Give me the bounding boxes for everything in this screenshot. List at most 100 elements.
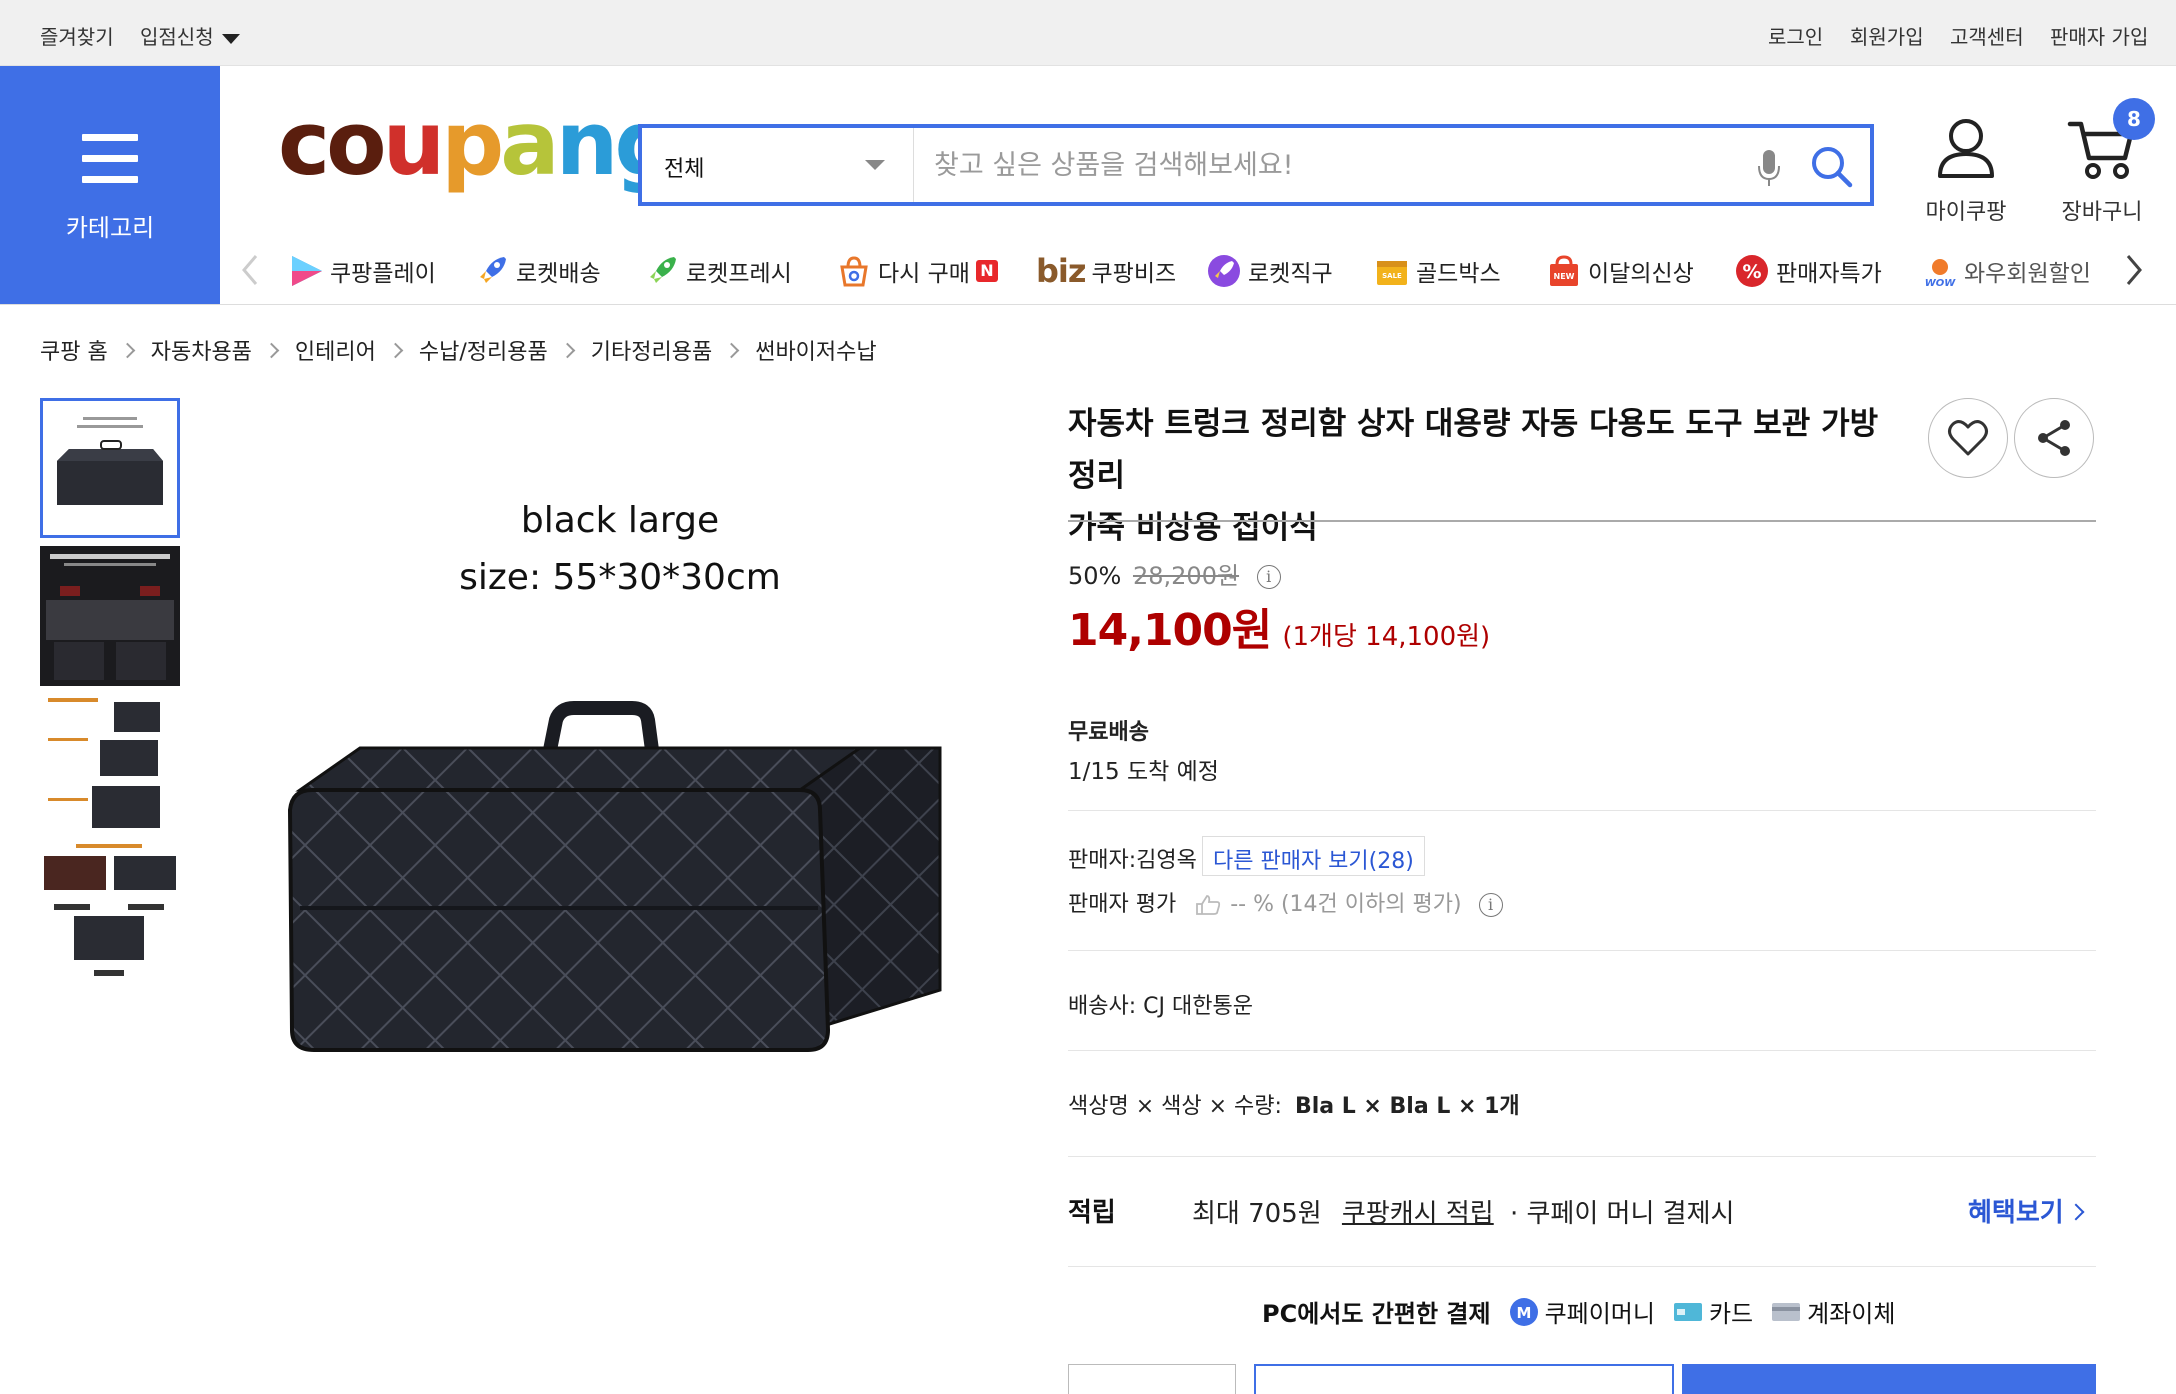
arrival-date: 1/15 도착 예정 bbox=[1068, 759, 1219, 785]
buy-now-button[interactable] bbox=[1682, 1364, 2096, 1394]
courier-info: 배송사: CJ 대한통운 bbox=[1068, 994, 1253, 1019]
search-category-select[interactable]: 전체 bbox=[642, 128, 914, 202]
breadcrumb-item[interactable]: 기타정리용품 bbox=[591, 334, 712, 366]
nav-label: 로켓프레시 bbox=[686, 261, 792, 287]
nav-seller-deals[interactable]: % 판매자특가 bbox=[1734, 251, 1882, 291]
breadcrumb-item[interactable]: 자동차용품 bbox=[151, 334, 252, 366]
original-price: 28,200원 bbox=[1132, 562, 1240, 590]
product-main-image[interactable]: black large size: 55*30*30cm bbox=[240, 420, 1000, 1180]
nav-rebuy[interactable]: 다시 구매 N bbox=[836, 251, 998, 291]
category-label: 카테고리 bbox=[65, 214, 155, 242]
goldbox-icon: SALE bbox=[1377, 261, 1407, 285]
signup-link[interactable]: 회원가입 bbox=[1850, 21, 1924, 50]
nav-label: 쿠팡비즈 bbox=[1091, 261, 1177, 287]
bank-transfer-option[interactable]: 계좌이체 bbox=[1771, 1294, 1895, 1329]
thumbnail-1[interactable] bbox=[40, 398, 180, 538]
unit-price: (1개당 14,100원) bbox=[1282, 622, 1491, 652]
new-bag-icon: NEW bbox=[1550, 255, 1578, 286]
info-icon[interactable]: i bbox=[1256, 565, 1281, 589]
coupang-cash-link[interactable]: 쿠팡캐시 적립 bbox=[1342, 1199, 1494, 1229]
nav-next-icon[interactable] bbox=[2124, 252, 2144, 288]
breadcrumb-item[interactable]: 수납/정리용품 bbox=[419, 334, 548, 366]
title-divider bbox=[1068, 520, 2096, 522]
car-trunk-thumbnail bbox=[40, 546, 180, 686]
store-apply-link[interactable]: 입점신청 bbox=[140, 21, 240, 50]
nav-rocket-delivery[interactable]: 로켓배송 bbox=[474, 251, 601, 291]
wow-icon: WOW bbox=[1925, 259, 1956, 289]
bookmark-link[interactable]: 즐겨찾기 bbox=[40, 21, 114, 50]
benefit-link[interactable]: 혜택보기 bbox=[1968, 1192, 2085, 1229]
thumbnail-3[interactable] bbox=[40, 694, 180, 834]
nav-new-arrivals[interactable]: NEW 이달의신상 bbox=[1546, 251, 1694, 291]
breadcrumb-item[interactable]: 인테리어 bbox=[295, 334, 376, 366]
nav-label: 로켓배송 bbox=[516, 261, 601, 287]
quantity-input[interactable] bbox=[1068, 1364, 1236, 1394]
my-coupang-label: 마이쿠팡 bbox=[1925, 200, 2007, 225]
breadcrumb-item[interactable]: 쿠팡 홈 bbox=[40, 334, 108, 366]
nav-wow-discount[interactable]: WOW 와우회원할인 bbox=[1922, 251, 2092, 291]
nav-label: 이달의신상 bbox=[1588, 261, 1694, 287]
rating-info-icon[interactable]: i bbox=[1478, 893, 1503, 917]
add-to-cart-button[interactable] bbox=[1254, 1364, 1674, 1394]
reward-condition: · 쿠페이 머니 결제시 bbox=[1509, 1199, 1735, 1229]
nav-rocket-fresh[interactable]: 로켓프레시 bbox=[644, 251, 792, 291]
biz-icon: biz bbox=[1036, 252, 1086, 290]
utility-bar: 즐겨찾기 입점신청 로그인 회원가입 고객센터 판매자 가입 bbox=[0, 0, 2176, 66]
thumbnail-2[interactable] bbox=[40, 546, 180, 686]
shipping-label: 무료배송 bbox=[1068, 720, 1149, 745]
breadcrumb-item[interactable]: 썬바이저수납 bbox=[755, 334, 876, 366]
seller-rating-label: 판매자 평가 bbox=[1068, 892, 1177, 917]
seller-divider bbox=[1068, 950, 2096, 951]
header-divider bbox=[0, 304, 2176, 305]
card-option[interactable]: 카드 bbox=[1673, 1294, 1753, 1329]
cart-label: 장바구니 bbox=[2061, 200, 2143, 225]
option-row: 색상명 × 색상 × 수량: Bla L × Bla L × 1개 bbox=[1068, 1088, 1520, 1120]
search-input[interactable] bbox=[934, 142, 1754, 188]
color-options-thumbnail bbox=[40, 842, 180, 982]
coupay-money-label: 쿠페이머니 bbox=[1544, 1300, 1655, 1328]
bank-transfer-label: 계좌이체 bbox=[1807, 1300, 1896, 1328]
reward-amount: 최대 705원 bbox=[1192, 1199, 1322, 1229]
heart-icon bbox=[1948, 420, 1988, 456]
svg-text:NEW: NEW bbox=[1554, 272, 1575, 281]
seller-signup-link[interactable]: 판매자 가입 bbox=[2050, 21, 2148, 50]
nav-prev-icon[interactable] bbox=[240, 252, 260, 288]
coupang-logo[interactable]: coupang bbox=[278, 100, 677, 188]
discount-row: 50% 28,200원 i bbox=[1068, 556, 1281, 591]
chevron-right-icon bbox=[559, 342, 576, 358]
thumbnail-4[interactable] bbox=[40, 842, 180, 982]
play-icon bbox=[292, 256, 322, 286]
courier-divider bbox=[1068, 1050, 2096, 1051]
nav-label: 다시 구매 bbox=[878, 261, 970, 287]
microphone-icon[interactable] bbox=[1756, 148, 1782, 188]
wishlist-button[interactable] bbox=[1928, 398, 2008, 478]
product-title-line-1: 자동차 트렁크 정리함 상자 대용량 자동 다용도 도구 보관 가방 정리 bbox=[1068, 406, 1879, 494]
product-title: 자동차 트렁크 정리함 상자 대용량 자동 다용도 도구 보관 가방 정리 가죽… bbox=[1068, 398, 1898, 554]
hamburger-icon bbox=[82, 134, 138, 197]
coupay-money-option[interactable]: M 쿠페이머니 bbox=[1509, 1294, 1655, 1329]
seller-name: 판매자:김영옥 bbox=[1068, 848, 1197, 873]
rocket-icon bbox=[480, 257, 506, 283]
chevron-right-icon bbox=[119, 342, 135, 358]
nav-label: 골드박스 bbox=[1416, 261, 1501, 287]
category-button[interactable]: 카테고리 bbox=[0, 66, 220, 304]
dropdown-arrow-icon bbox=[865, 160, 885, 170]
nav-goldbox[interactable]: SALE 골드박스 bbox=[1374, 251, 1501, 291]
nav-coupang-play[interactable]: 쿠팡플레이 bbox=[288, 251, 436, 291]
login-link[interactable]: 로그인 bbox=[1768, 21, 1823, 50]
coupay-money-icon: M bbox=[1509, 1297, 1538, 1326]
seller-rating-value: -- % (14건 이하의 평가) bbox=[1230, 892, 1462, 917]
chevron-right-icon bbox=[723, 342, 740, 358]
breadcrumb: 쿠팡 홈 자동차용품 인테리어 수납/정리용품 기타정리용품 썬바이저수납 bbox=[40, 334, 877, 366]
nav-coupang-biz[interactable]: biz 쿠팡비즈 bbox=[1036, 251, 1176, 291]
search-icon[interactable] bbox=[1810, 145, 1854, 189]
nav-rocket-global[interactable]: 로켓직구 bbox=[1206, 251, 1333, 291]
caret-down-icon bbox=[221, 33, 240, 44]
card-label: 카드 bbox=[1708, 1300, 1754, 1328]
share-button[interactable] bbox=[2014, 398, 2094, 478]
size-options-thumbnail bbox=[40, 694, 180, 834]
other-sellers-link[interactable]: 다른 판매자 보기(28) bbox=[1202, 836, 1425, 876]
seller-rating: 판매자 평가 -- % (14건 이하의 평가) i bbox=[1068, 886, 1503, 918]
customer-center-link[interactable]: 고객센터 bbox=[1950, 21, 2024, 50]
my-coupang-button[interactable]: 마이쿠팡 bbox=[1922, 116, 2010, 226]
